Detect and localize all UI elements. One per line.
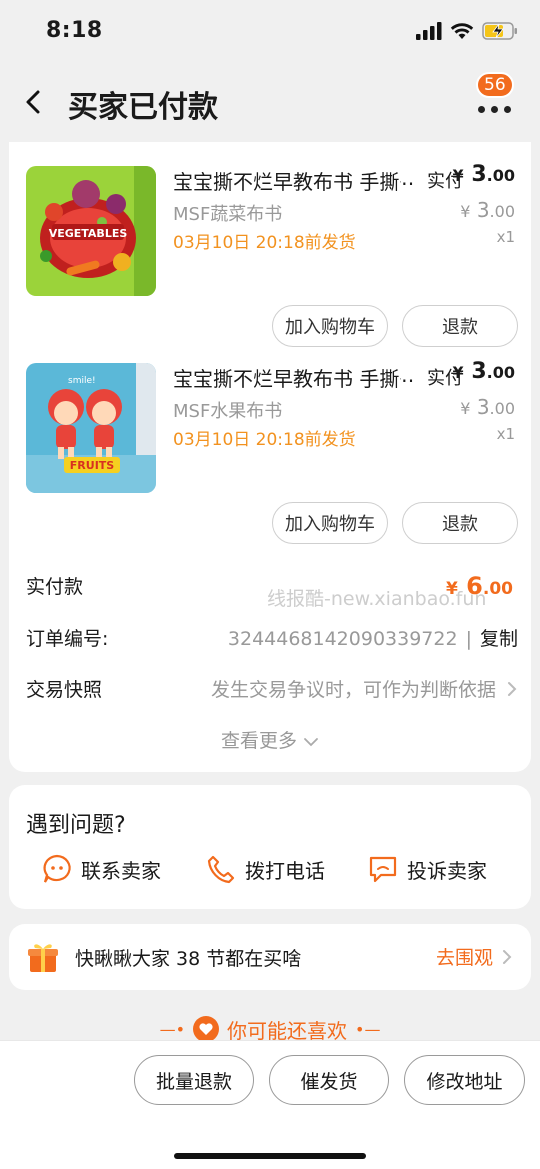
gift-box-icon	[28, 944, 58, 972]
bottom-action-bar: 批量退款 催发货 修改地址	[0, 1040, 540, 1169]
order-card: VEGETABLES 宝宝撕不烂早教布书 手撕书… 实付 ¥ 3.00 MSF蔬…	[9, 142, 531, 772]
trade-snapshot-hint: 发生交易争议时，可作为判断依据	[210, 679, 496, 701]
promo-link[interactable]: 去围观	[436, 943, 513, 970]
product-image-small-label: smile!	[68, 376, 96, 386]
quantity: x1	[496, 228, 515, 246]
ship-deadline: 03月10日 20:18前发货	[173, 233, 356, 253]
unit-price: ¥ 3.00	[460, 198, 515, 222]
contact-seller-button[interactable]: 联系卖家	[41, 853, 161, 885]
complaint-icon	[369, 856, 397, 883]
promo-card[interactable]: 快瞅瞅大家 38 节都在买啥 去围观	[9, 924, 531, 990]
complain-seller-button[interactable]: 投诉卖家	[367, 853, 487, 885]
product-sku: MSF蔬菜布书	[173, 204, 283, 225]
order-number-label: 订单编号:	[26, 628, 109, 650]
call-phone-button[interactable]: 拨打电话	[205, 853, 325, 885]
help-card: 遇到问题? 联系卖家 拨打电话 投诉卖家	[9, 785, 531, 909]
product-title-ellipsis: …	[401, 166, 413, 190]
order-number-row: 订单编号: 3244468142090339722 | 复制	[26, 624, 518, 651]
product-title-ellipsis: …	[401, 363, 413, 387]
divider-left: —•	[159, 1019, 185, 1039]
quantity: x1	[496, 425, 515, 443]
refund-button[interactable]: 退款	[402, 502, 518, 544]
status-time: 8:18	[46, 18, 103, 43]
more-dots-icon	[478, 106, 511, 113]
add-to-cart-button[interactable]: 加入购物车	[272, 502, 388, 544]
unit-price: ¥ 3.00	[460, 395, 515, 419]
promo-text: 快瞅瞅大家 38 节都在买啥	[75, 948, 302, 970]
chevron-down-icon	[304, 737, 318, 746]
status-icons	[416, 22, 518, 40]
chevron-right-icon	[503, 949, 512, 964]
see-more-button[interactable]: 查看更多	[9, 726, 531, 753]
paid-price: ¥ 3.00	[452, 162, 515, 187]
back-arrow-icon[interactable]	[20, 86, 48, 118]
product-title-text: 宝宝撕不烂早教布书 手撕书	[173, 367, 401, 391]
order-item: smile! FRUITS 宝宝撕不烂早教布书 手撕书… 实付 ¥ 3.00 M…	[9, 339, 531, 544]
paid-price: ¥ 3.00	[452, 359, 515, 384]
ship-deadline: 03月10日 20:18前发货	[173, 430, 356, 450]
divider: |	[465, 628, 472, 650]
chevron-right-icon	[508, 681, 517, 696]
product-image[interactable]: VEGETABLES	[26, 166, 156, 296]
heart-icon	[193, 1016, 219, 1042]
cellular-signal-icon	[416, 22, 442, 40]
trade-snapshot-label: 交易快照	[26, 679, 103, 701]
copy-button[interactable]: 复制	[480, 628, 518, 650]
phone-icon	[207, 855, 235, 884]
batch-refund-button[interactable]: 批量退款	[134, 1055, 254, 1105]
product-title[interactable]: 宝宝撕不烂早教布书 手撕书…	[173, 166, 413, 195]
more-menu-button[interactable]: 56	[474, 72, 518, 132]
order-number-value-group: 3244468142090339722 | 复制	[228, 624, 518, 651]
order-number: 3244468142090339722	[227, 628, 458, 650]
order-item: VEGETABLES 宝宝撕不烂早教布书 手撕书… 实付 ¥ 3.00 MSF蔬…	[9, 142, 531, 347]
total-paid-amount: ¥ 6.00	[445, 572, 513, 600]
trade-snapshot-row[interactable]: 交易快照 发生交易争议时，可作为判断依据	[26, 675, 518, 702]
help-title: 遇到问题?	[26, 813, 126, 838]
product-title[interactable]: 宝宝撕不烂早教布书 手撕书…	[173, 363, 413, 392]
product-title-text: 宝宝撕不烂早教布书 手撕书	[173, 170, 401, 194]
chat-bubble-icon	[43, 854, 71, 883]
nav-bar: 买家已付款 56	[0, 62, 540, 142]
product-image[interactable]: smile! FRUITS	[26, 363, 156, 493]
page-title: 买家已付款	[68, 90, 218, 125]
battery-charging-icon	[482, 22, 517, 40]
status-bar: 8:18	[0, 0, 540, 62]
product-sku: MSF水果布书	[173, 401, 283, 422]
wifi-icon	[450, 23, 474, 39]
edit-address-button[interactable]: 修改地址	[404, 1055, 525, 1105]
home-indicator	[174, 1153, 366, 1159]
product-image-label: FRUITS	[70, 459, 115, 472]
product-image-label: VEGETABLES	[49, 227, 128, 240]
divider-right: •—	[355, 1019, 381, 1039]
message-count-badge: 56	[476, 72, 514, 98]
urge-shipping-button[interactable]: 催发货	[269, 1055, 389, 1105]
